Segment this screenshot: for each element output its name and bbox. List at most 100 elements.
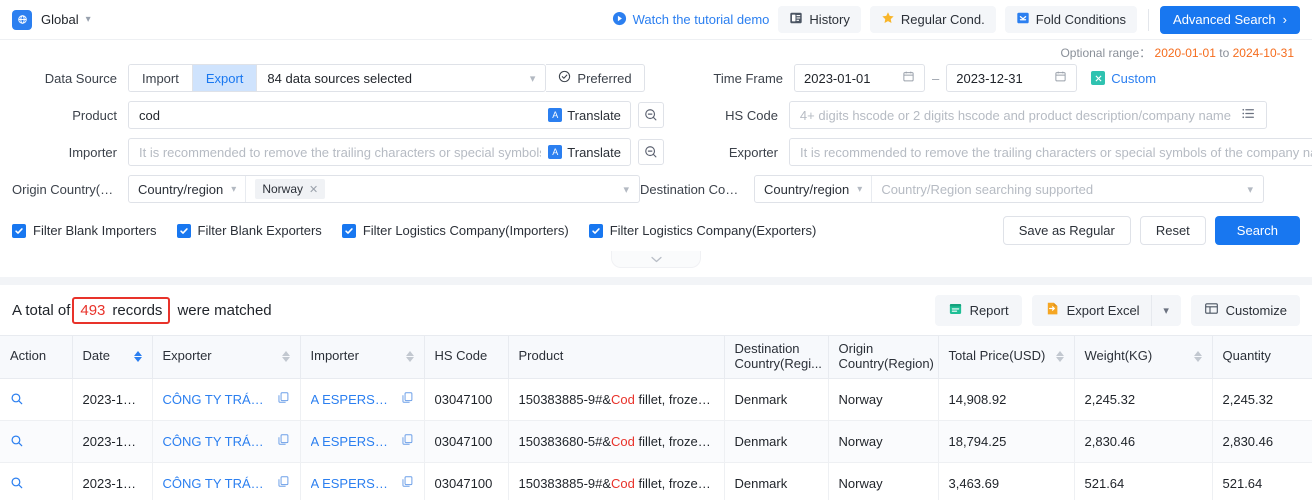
- origin-country-control[interactable]: Country/region ▾ Norway ✕ ▾: [128, 175, 640, 203]
- optional-range-prefix: Optional range：: [1060, 46, 1152, 60]
- column-header-importer[interactable]: Importer: [300, 336, 425, 379]
- importer-link[interactable]: A ESPERSEN A: [311, 434, 393, 449]
- sort-toggle-importer[interactable]: [405, 351, 414, 363]
- cell-exporter[interactable]: CÔNG TY TRÁCH NHI: [152, 462, 301, 500]
- data-source-import-option[interactable]: Import: [129, 65, 192, 91]
- origin-country-tags: Norway ✕: [246, 179, 613, 199]
- cell-action[interactable]: [0, 378, 73, 421]
- reset-button[interactable]: Reset: [1139, 216, 1206, 245]
- history-icon: [789, 11, 803, 28]
- filter-logistics-exporters-checkbox[interactable]: Filter Logistics Company(Exporters): [588, 223, 816, 238]
- export-excel-dropdown-button[interactable]: ▾: [1150, 294, 1181, 326]
- cell-weight: 521.64: [1074, 462, 1213, 500]
- hs-code-group: HS Code 4+ digits hscode or 2 digits hsc…: [664, 101, 1300, 129]
- collapse-filters-button[interactable]: [611, 251, 701, 268]
- column-label: Date: [82, 348, 110, 364]
- column-header-total-price[interactable]: Total Price(USD): [938, 336, 1075, 379]
- data-source-select[interactable]: 84 data sources selected ▾: [256, 64, 547, 92]
- export-excel-button[interactable]: Export Excel: [1032, 295, 1151, 326]
- cell-importer[interactable]: A ESPERSEN A: [300, 462, 425, 500]
- cell-date: 2023-12-29: [72, 420, 153, 463]
- time-frame-end-input[interactable]: 2023-12-31: [946, 64, 1078, 92]
- origin-country-type-select[interactable]: Country/region ▾: [129, 176, 247, 202]
- export-excel-split-button: Export Excel ▾: [1031, 294, 1181, 326]
- copy-icon[interactable]: [277, 433, 290, 449]
- sort-toggle-total-price[interactable]: [1055, 351, 1064, 363]
- importer-keyword-helper-button[interactable]: [638, 139, 664, 165]
- cell-importer[interactable]: A ESPERSEN A: [300, 378, 425, 421]
- view-detail-icon[interactable]: [10, 392, 62, 406]
- data-source-export-option[interactable]: Export: [191, 65, 257, 91]
- hs-code-list-icon[interactable]: [1231, 106, 1266, 124]
- results-table-head: Action Date Exporter Importer HS Code Pr…: [0, 336, 1312, 379]
- importer-link[interactable]: A ESPERSEN A: [311, 476, 393, 491]
- importer-translate-button[interactable]: A Translate: [541, 144, 630, 160]
- custom-range-button[interactable]: Custom: [1091, 71, 1156, 86]
- data-source-segmented[interactable]: Import Export: [128, 64, 257, 92]
- exporter-link[interactable]: CÔNG TY TRÁCH NHI: [163, 434, 269, 449]
- table-row[interactable]: 2023-12-29 CÔNG TY TRÁCH NHI A ESPERSEN A 0…: [0, 462, 1312, 500]
- destination-country-control[interactable]: Country/region ▾ Country/Region searchin…: [754, 175, 1264, 203]
- history-label: History: [809, 12, 850, 27]
- chevron-down-icon[interactable]: ▾: [86, 14, 91, 25]
- cell-action[interactable]: [0, 462, 73, 500]
- column-header-exporter[interactable]: Exporter: [152, 336, 301, 379]
- chevron-right-icon: ›: [1282, 12, 1287, 27]
- origin-country-tag[interactable]: Norway ✕: [255, 179, 326, 199]
- preferred-button[interactable]: Preferred: [546, 64, 645, 92]
- copy-icon[interactable]: [277, 391, 290, 407]
- cell-exporter[interactable]: CÔNG TY TRÁCH NHI: [152, 378, 301, 421]
- customize-button[interactable]: Customize: [1190, 294, 1300, 326]
- copy-icon[interactable]: [401, 391, 414, 407]
- column-header-destination-country: Destination Country(Regi...: [724, 336, 829, 379]
- column-header-weight[interactable]: Weight(KG): [1074, 336, 1213, 379]
- star-icon: [881, 11, 895, 28]
- save-as-regular-button[interactable]: Save as Regular: [1002, 216, 1131, 245]
- chevron-down-icon[interactable]: ▾: [1237, 183, 1263, 196]
- regular-cond-button[interactable]: Regular Cond.: [869, 6, 996, 33]
- copy-icon[interactable]: [401, 475, 414, 491]
- exporter-link[interactable]: CÔNG TY TRÁCH NHI: [163, 392, 269, 407]
- product-input[interactable]: cod A Translate: [128, 101, 631, 129]
- product-keyword-helper-button[interactable]: [637, 102, 664, 128]
- product-translate-button[interactable]: A Translate: [541, 107, 630, 123]
- sort-toggle-date[interactable]: [133, 351, 142, 363]
- cell-exporter[interactable]: CÔNG TY TRÁCH NHI: [152, 420, 301, 463]
- destination-country-type-select[interactable]: Country/region ▾: [755, 176, 873, 202]
- view-detail-icon[interactable]: [10, 434, 62, 448]
- records-word: records: [112, 301, 163, 319]
- cell-product: 150383885-9#&Cod fillet, frozen (4,536..…: [508, 462, 725, 500]
- filter-blank-exporters-checkbox[interactable]: Filter Blank Exporters: [176, 223, 322, 238]
- table-row[interactable]: 2023-12-29 CÔNG TY TRÁCH NHI A ESPERSEN A 0…: [0, 378, 1312, 421]
- exporter-group: Exporter It is recommended to remove the…: [664, 138, 1312, 166]
- time-frame-label: Time Frame: [713, 70, 783, 86]
- advanced-search-button[interactable]: Advanced Search ›: [1160, 5, 1300, 34]
- chevron-down-icon[interactable]: ▾: [613, 183, 639, 196]
- cell-action[interactable]: [0, 420, 73, 463]
- optional-range-to: 2024-10-31: [1232, 46, 1294, 60]
- importer-link[interactable]: A ESPERSEN A: [311, 392, 393, 407]
- exporter-link[interactable]: CÔNG TY TRÁCH NHI: [163, 476, 269, 491]
- filter-blank-importers-checkbox[interactable]: Filter Blank Importers: [12, 223, 157, 238]
- time-frame-start-input[interactable]: 2023-01-01: [794, 64, 925, 92]
- copy-icon[interactable]: [401, 433, 414, 449]
- cell-date: 2023-12-29: [72, 378, 153, 421]
- cell-importer[interactable]: A ESPERSEN A: [300, 420, 425, 463]
- column-header-date[interactable]: Date: [72, 336, 153, 379]
- report-button[interactable]: Report: [934, 294, 1022, 326]
- sort-toggle-weight[interactable]: [1193, 351, 1202, 363]
- fold-conditions-button[interactable]: Fold Conditions: [1004, 6, 1138, 33]
- search-button[interactable]: Search: [1214, 216, 1300, 245]
- importer-input[interactable]: It is recommended to remove the trailing…: [128, 138, 631, 166]
- view-detail-icon[interactable]: [10, 476, 62, 490]
- watch-tutorial-demo-link[interactable]: Watch the tutorial demo: [612, 11, 769, 29]
- cell-origin-country: Norway: [828, 420, 939, 463]
- filter-logistics-importers-checkbox[interactable]: Filter Logistics Company(Importers): [341, 223, 569, 238]
- copy-icon[interactable]: [277, 475, 290, 491]
- hs-code-input[interactable]: 4+ digits hscode or 2 digits hscode and …: [788, 101, 1267, 129]
- history-button[interactable]: History: [778, 6, 861, 33]
- table-row[interactable]: 2023-12-29 CÔNG TY TRÁCH NHI A ESPERSEN A 0…: [0, 420, 1312, 463]
- close-icon[interactable]: ✕: [309, 183, 318, 196]
- sort-toggle-exporter[interactable]: [281, 351, 290, 363]
- exporter-input[interactable]: It is recommended to remove the trailing…: [789, 138, 1312, 166]
